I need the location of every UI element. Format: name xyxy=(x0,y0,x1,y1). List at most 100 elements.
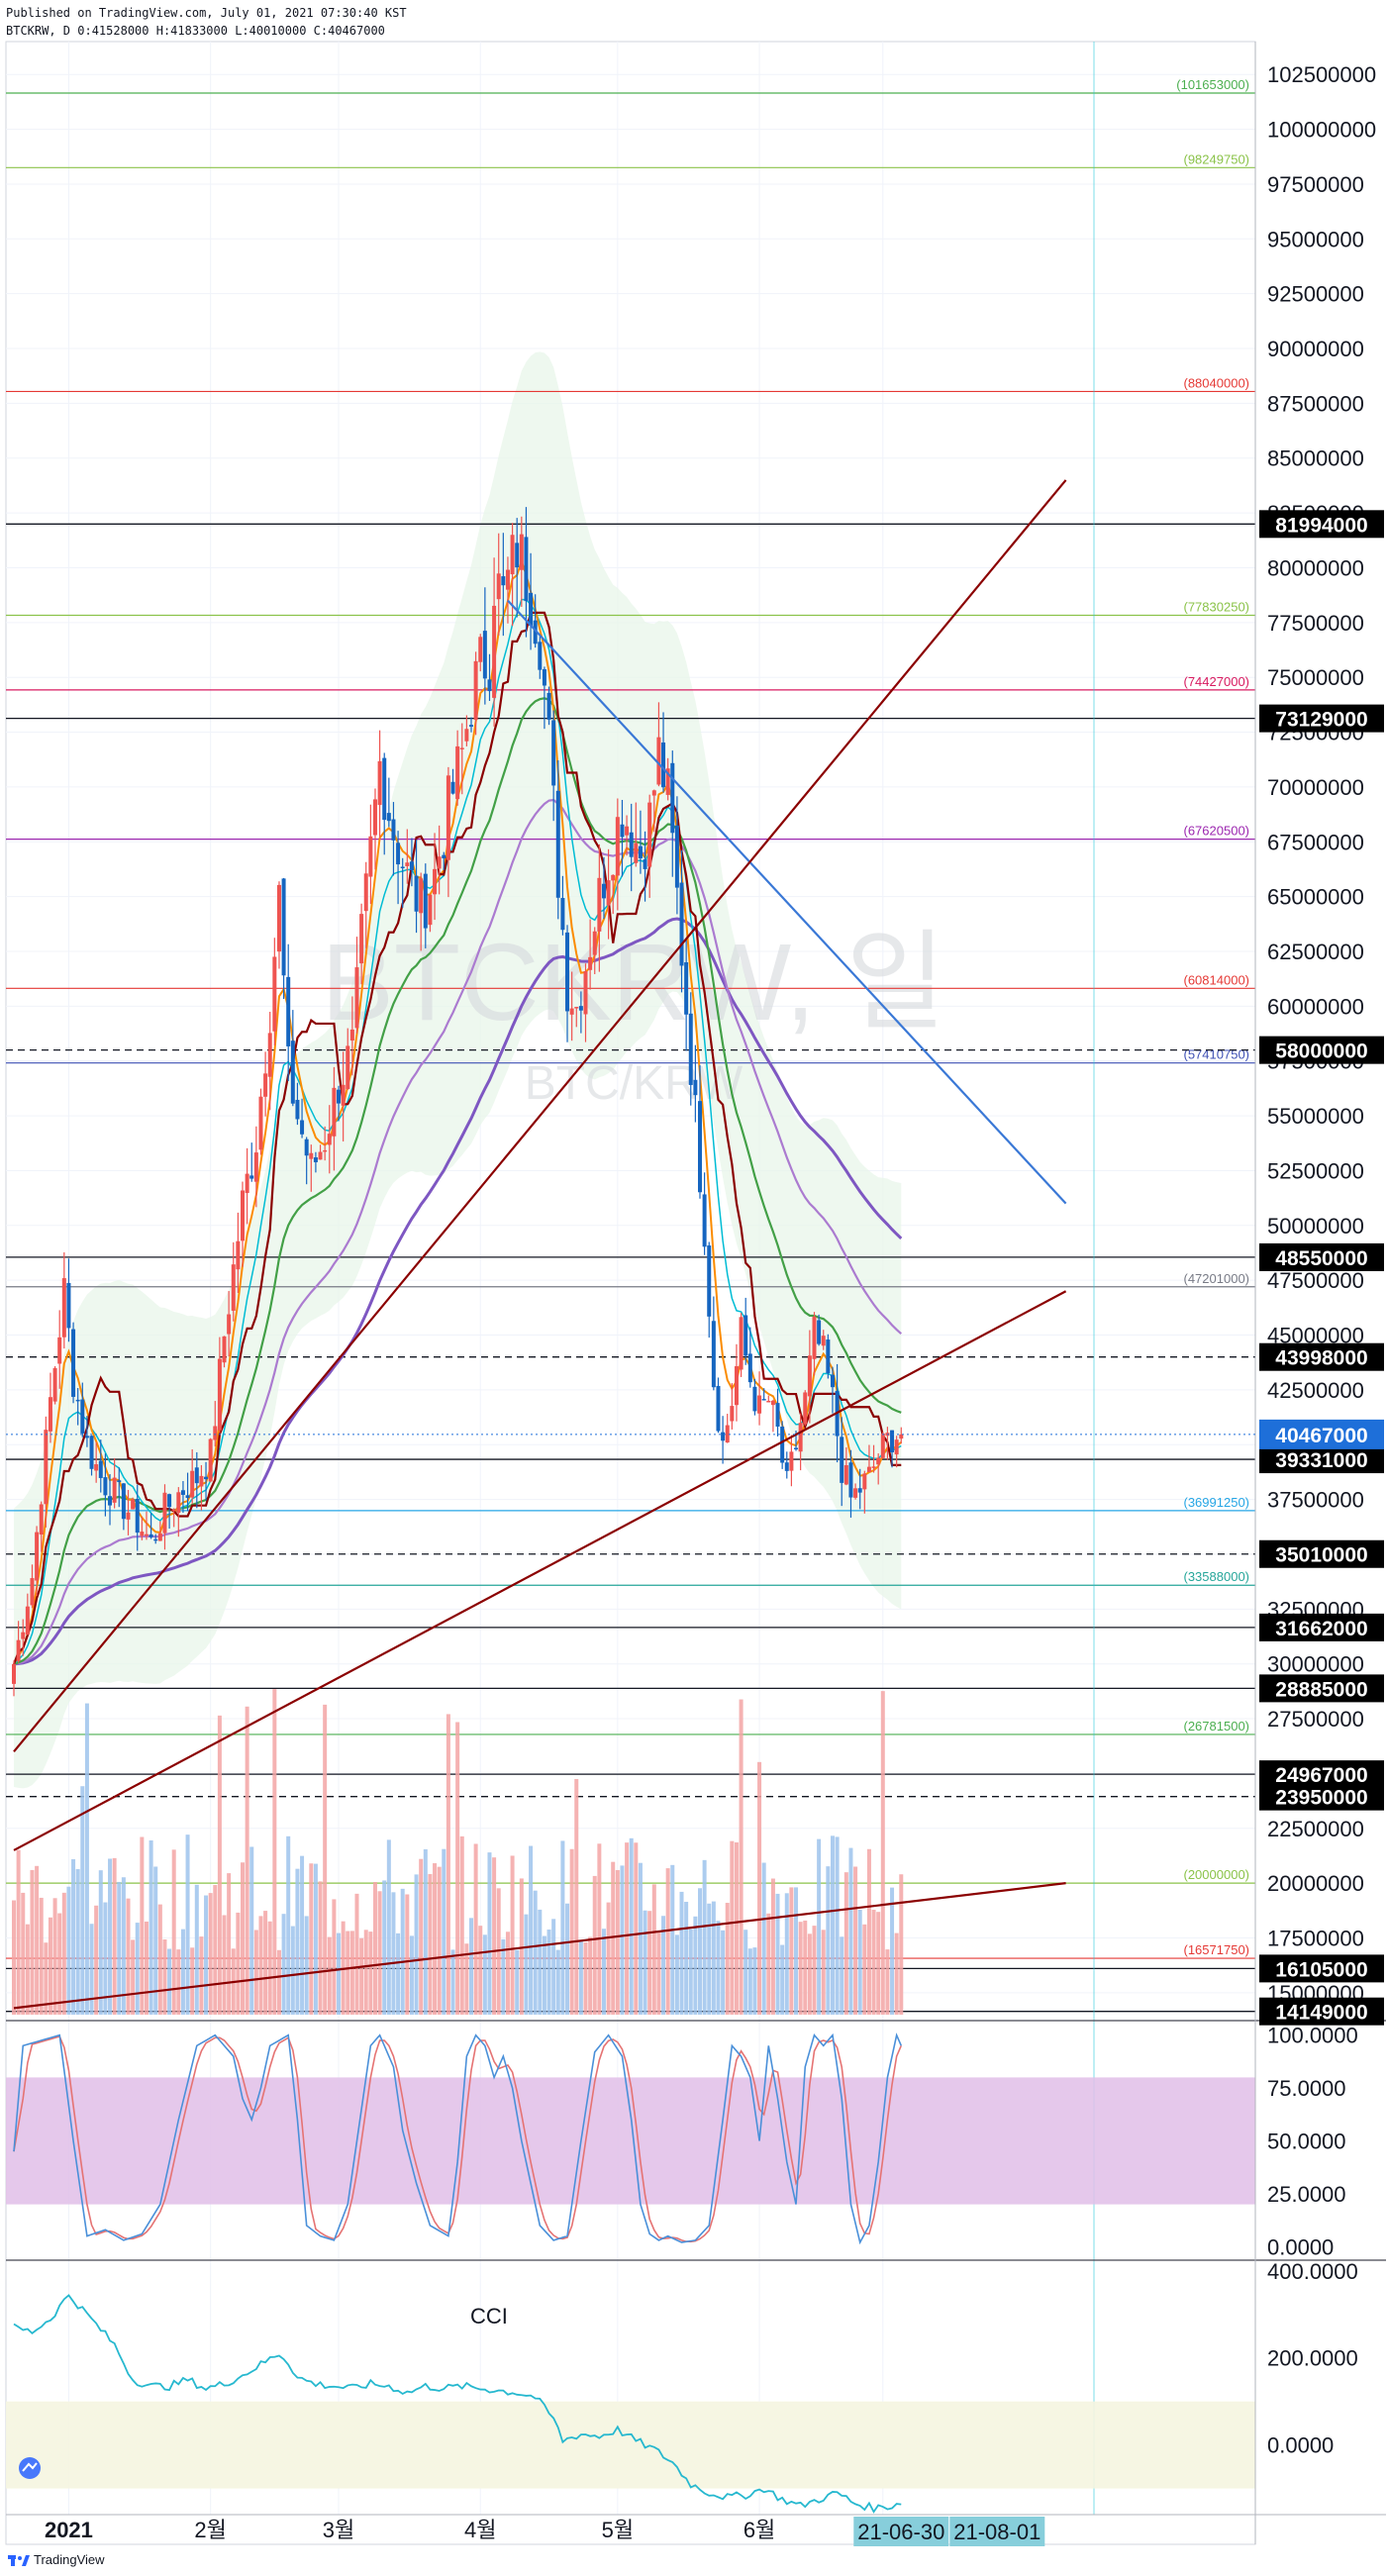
volume-bar xyxy=(227,1873,232,2015)
candle-body xyxy=(382,757,387,821)
volume-bar xyxy=(638,1862,643,2015)
candle-body xyxy=(747,1353,752,1383)
volume-bar xyxy=(249,1846,254,2015)
candle-body xyxy=(21,1632,26,1639)
candle-body xyxy=(157,1533,162,1541)
candle-body xyxy=(803,1392,808,1425)
footer[interactable]: TradingView xyxy=(8,2552,105,2567)
volume-bar xyxy=(281,1914,286,2015)
cci-tick-label: 0.0000 xyxy=(1267,2433,1334,2458)
stoch-band xyxy=(6,2077,1255,2205)
candle-body xyxy=(611,874,616,881)
volume-bar xyxy=(524,1914,529,2015)
volume-bar xyxy=(66,1886,71,2015)
candle-body xyxy=(853,1488,858,1498)
candle-body xyxy=(52,1367,57,1402)
candle-body xyxy=(391,819,396,841)
sr-price-tag-label: 81994000 xyxy=(1275,514,1367,537)
volume-bar xyxy=(533,1890,538,2015)
candle-body xyxy=(149,1534,153,1537)
candle-body xyxy=(647,802,652,867)
volume-bar xyxy=(725,1903,730,2015)
candle-body xyxy=(789,1451,794,1471)
volume-bar xyxy=(840,1936,844,2015)
volume-bar xyxy=(766,1913,771,2015)
volume-bar xyxy=(826,1866,831,2015)
volume-bar xyxy=(304,1916,309,2015)
volume-bar xyxy=(885,1949,890,2015)
volume-bar xyxy=(555,1949,560,2015)
candle-body xyxy=(25,1606,30,1635)
candle-body xyxy=(725,1425,730,1443)
volume-bar xyxy=(222,1915,227,2015)
candle-body xyxy=(98,1460,103,1478)
candle-body xyxy=(35,1532,40,1581)
candle-body xyxy=(629,832,634,857)
cci-tick-label: 400.0000 xyxy=(1267,2259,1358,2284)
volume-bar xyxy=(830,1835,835,2015)
candle-body xyxy=(711,1321,716,1388)
volume-bar xyxy=(643,1910,647,2015)
candle-body xyxy=(117,1480,122,1483)
sr-price-tag-label: 35010000 xyxy=(1275,1544,1367,1567)
volume-bar xyxy=(812,1926,817,2015)
volume-bar xyxy=(505,1932,510,2015)
candle-body xyxy=(752,1386,757,1412)
volume-bar xyxy=(25,1924,30,2015)
volume-bar xyxy=(414,1874,419,2015)
candle-body xyxy=(524,537,529,602)
volume-bar xyxy=(258,1916,263,2015)
volume-bar xyxy=(16,1849,21,2015)
candle-body xyxy=(162,1492,167,1534)
volume-bar xyxy=(199,1936,204,2015)
candle-body xyxy=(281,878,286,976)
candle-body xyxy=(744,1315,748,1356)
candle-body xyxy=(588,956,593,970)
candle-body xyxy=(817,1320,822,1344)
volume-bar xyxy=(437,1866,442,2015)
price-chart[interactable]: BTCKRW, 일 BTC/KRW (101653000)(98249750)(… xyxy=(0,0,1388,2576)
candle-body xyxy=(469,725,473,727)
volume-bar xyxy=(515,1949,520,2015)
candle-body xyxy=(433,868,438,895)
candle-body xyxy=(569,1008,574,1015)
volume-bar xyxy=(583,1941,588,2015)
candle-body xyxy=(194,1467,199,1484)
volume-bar xyxy=(359,1937,364,2015)
volume-bar xyxy=(761,1862,766,2015)
fib-level-label: (26781500) xyxy=(1184,1719,1250,1734)
candle-body xyxy=(848,1462,853,1498)
price-tick-label: 22500000 xyxy=(1267,1817,1364,1841)
volume-bar xyxy=(323,1704,328,2015)
price-tick-label: 17500000 xyxy=(1267,1926,1364,1950)
candle-body xyxy=(245,1173,249,1194)
candle-body xyxy=(327,1134,332,1145)
volume-bar xyxy=(817,1838,822,2015)
candle-body xyxy=(217,1358,222,1431)
volume-bar xyxy=(752,1947,757,2015)
volume-bar xyxy=(112,1857,117,2015)
tradingview-logo-icon xyxy=(8,2554,30,2566)
volume-bar xyxy=(730,1840,735,2015)
candle-body xyxy=(546,692,551,720)
candle-body xyxy=(300,1120,305,1135)
price-tick-label: 75000000 xyxy=(1267,665,1364,690)
candle-body xyxy=(204,1476,209,1480)
price-tick-label: 67500000 xyxy=(1267,830,1364,854)
candle-body xyxy=(346,1045,350,1090)
candle-body xyxy=(30,1578,35,1606)
candle-body xyxy=(176,1492,181,1514)
candle-body xyxy=(349,1029,354,1041)
volume-bar xyxy=(176,1949,181,2015)
candle-body xyxy=(684,962,689,1015)
fib-level-label: (16571750) xyxy=(1184,1942,1250,1957)
volume-bar xyxy=(30,1869,35,2015)
time-tick-label: 3월 xyxy=(323,2518,354,2542)
candle-body xyxy=(455,745,460,800)
volume-bar xyxy=(578,1940,583,2015)
candle-body xyxy=(876,1457,881,1465)
volume-bar xyxy=(789,1887,794,2015)
candle-body xyxy=(734,1366,739,1406)
settings-icon[interactable] xyxy=(19,2457,41,2479)
candle-body xyxy=(798,1423,803,1452)
